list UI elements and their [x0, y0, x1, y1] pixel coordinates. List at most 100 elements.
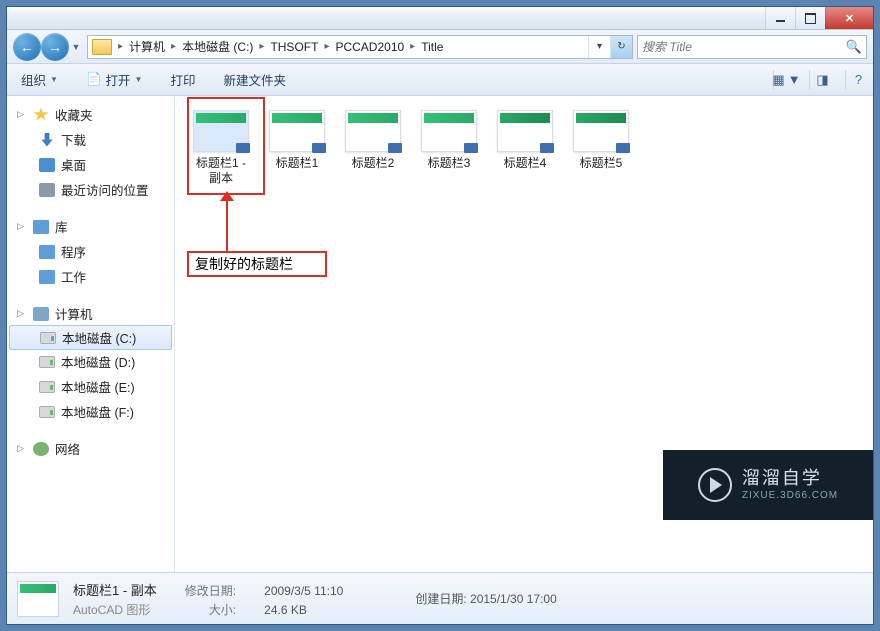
crumb-thsoft[interactable]: THSOFT — [266, 36, 322, 58]
desktop-icon — [39, 158, 55, 172]
preview-pane-button[interactable]: ◨ — [809, 70, 829, 90]
brand-url: ZIXUE.3D66.COM — [742, 490, 838, 502]
file-item[interactable]: 标题栏5 — [569, 110, 633, 171]
network-icon — [33, 442, 49, 456]
details-mod-value: 2009/3/5 11:10 — [264, 584, 343, 598]
sidebar-item-desktop[interactable]: 桌面 — [7, 152, 174, 177]
maximize-button[interactable] — [795, 7, 825, 29]
chevron-down-icon: ▼ — [50, 75, 58, 84]
annotation-arrow-head — [220, 191, 234, 201]
file-thumbnail-icon — [269, 110, 325, 152]
crumb-computer[interactable]: 计算机 — [125, 36, 169, 58]
folder-icon — [92, 39, 112, 55]
new-folder-button[interactable]: 新建文件夹 — [217, 66, 292, 93]
sidebar-item-work[interactable]: 工作 — [7, 264, 174, 289]
back-button[interactable]: ← — [13, 33, 41, 61]
computer-label: 计算机 — [55, 304, 93, 323]
recent-icon — [39, 183, 55, 197]
file-list-pane[interactable]: 标题栏1 - 副本 标题栏1 标题栏2 标题栏3 标题栏4 — [175, 96, 873, 572]
drive-icon — [39, 381, 55, 393]
sidebar-item-recent[interactable]: 最近访问的位置 — [7, 177, 174, 202]
search-icon: 🔍 — [846, 39, 862, 55]
file-name: 标题栏4 — [493, 156, 557, 171]
watermark: 溜溜自学 ZIXUE.3D66.COM — [663, 450, 873, 520]
annotation-arrow — [226, 196, 228, 251]
history-dropdown[interactable]: ▼ — [69, 33, 83, 61]
brand-name: 溜溜自学 — [742, 468, 838, 490]
sidebar-item-programs[interactable]: 程序 — [7, 239, 174, 264]
play-icon — [698, 468, 732, 502]
open-icon: 📄 — [86, 72, 102, 87]
network-label: 网络 — [55, 439, 80, 458]
command-bar: 组织 ▼ 📄 打开 ▼ 打印 新建文件夹 ▦▼ ◨ ? — [7, 64, 873, 96]
chevron-right-icon[interactable]: ▸ — [169, 41, 178, 52]
sidebar-item-drive-d[interactable]: 本地磁盘 (D:) — [7, 349, 174, 374]
details-mod-label: 修改日期: — [185, 582, 236, 599]
drive-icon — [39, 406, 55, 418]
file-thumbnail-icon — [497, 110, 553, 152]
sidebar-item-drive-e[interactable]: 本地磁盘 (E:) — [7, 374, 174, 399]
file-item[interactable]: 标题栏1 - 副本 — [189, 110, 253, 186]
sidebar-item-downloads[interactable]: 下载 — [7, 127, 174, 152]
file-item[interactable]: 标题栏1 — [265, 110, 329, 171]
help-button[interactable]: ? — [845, 70, 865, 90]
details-created-label: 创建日期: — [415, 592, 466, 606]
computer-icon — [33, 307, 49, 321]
file-thumbnail-icon — [193, 110, 249, 152]
organize-label: 组织 — [21, 70, 46, 89]
navigation-pane: ▷收藏夹 下载 桌面 最近访问的位置 ▷库 程序 工作 ▷计算机 本地磁盘 (C… — [7, 96, 175, 572]
chevron-right-icon[interactable]: ▸ — [408, 41, 417, 52]
sidebar-libraries[interactable]: ▷库 — [7, 214, 174, 239]
new-folder-label: 新建文件夹 — [223, 70, 286, 89]
favorites-label: 收藏夹 — [55, 105, 93, 124]
close-button[interactable] — [825, 7, 873, 29]
search-input[interactable] — [642, 40, 832, 54]
sidebar-item-drive-f[interactable]: 本地磁盘 (F:) — [7, 399, 174, 424]
addr-dropdown[interactable]: ▾ — [588, 36, 610, 58]
minimize-button[interactable] — [765, 7, 795, 29]
print-label: 打印 — [170, 70, 195, 89]
chevron-right-icon[interactable]: ▸ — [322, 41, 331, 52]
sidebar-computer[interactable]: ▷计算机 — [7, 301, 174, 326]
details-filename: 标题栏1 - 副本 — [73, 580, 157, 599]
library-icon — [39, 245, 55, 259]
sidebar-item-drive-c[interactable]: 本地磁盘 (C:) — [9, 325, 172, 350]
file-thumbnail-icon — [421, 110, 477, 152]
organize-menu[interactable]: 组织 ▼ — [15, 66, 64, 93]
file-item[interactable]: 标题栏2 — [341, 110, 405, 171]
sidebar-network[interactable]: ▷网络 — [7, 436, 174, 461]
chevron-right-icon[interactable]: ▸ — [257, 41, 266, 52]
open-label: 打开 — [106, 70, 131, 89]
libraries-label: 库 — [55, 217, 68, 236]
crumb-pccad2010[interactable]: PCCAD2010 — [331, 36, 408, 58]
file-thumbnail-icon — [345, 110, 401, 152]
forward-button[interactable]: → — [41, 33, 69, 61]
view-options-button[interactable]: ▦▼ — [773, 70, 793, 90]
nav-bar: ← → ▼ ▸ 计算机 ▸ 本地磁盘 (C:) ▸ THSOFT ▸ PCCAD… — [7, 30, 873, 64]
file-name: 标题栏2 — [341, 156, 405, 171]
chevron-right-icon[interactable]: ▸ — [116, 41, 125, 52]
file-name: 标题栏5 — [569, 156, 633, 171]
library-icon — [33, 220, 49, 234]
crumb-drive-c[interactable]: 本地磁盘 (C:) — [178, 36, 257, 58]
print-button[interactable]: 打印 — [164, 66, 201, 93]
search-box[interactable]: 🔍 — [637, 35, 867, 59]
file-thumbnail-icon — [573, 110, 629, 152]
file-item[interactable]: 标题栏4 — [493, 110, 557, 171]
file-name: 标题栏1 - 副本 — [189, 156, 253, 186]
address-bar[interactable]: ▸ 计算机 ▸ 本地磁盘 (C:) ▸ THSOFT ▸ PCCAD2010 ▸… — [87, 35, 633, 59]
file-name: 标题栏3 — [417, 156, 481, 171]
open-button[interactable]: 📄 打开 ▼ — [80, 66, 149, 93]
details-created-value: 2015/1/30 17:00 — [470, 592, 557, 606]
details-size-label: 大小: — [185, 601, 236, 618]
crumb-title[interactable]: Title — [417, 36, 447, 58]
library-icon — [39, 270, 55, 284]
sidebar-favorites[interactable]: ▷收藏夹 — [7, 102, 174, 127]
file-item[interactable]: 标题栏3 — [417, 110, 481, 171]
refresh-button[interactable]: ↻ — [610, 36, 632, 58]
main-body: ▷收藏夹 下载 桌面 最近访问的位置 ▷库 程序 工作 ▷计算机 本地磁盘 (C… — [7, 96, 873, 572]
explorer-window: ← → ▼ ▸ 计算机 ▸ 本地磁盘 (C:) ▸ THSOFT ▸ PCCAD… — [6, 6, 874, 625]
title-bar — [7, 7, 873, 30]
chevron-down-icon: ▼ — [135, 75, 143, 84]
details-size-value: 24.6 KB — [264, 603, 343, 617]
